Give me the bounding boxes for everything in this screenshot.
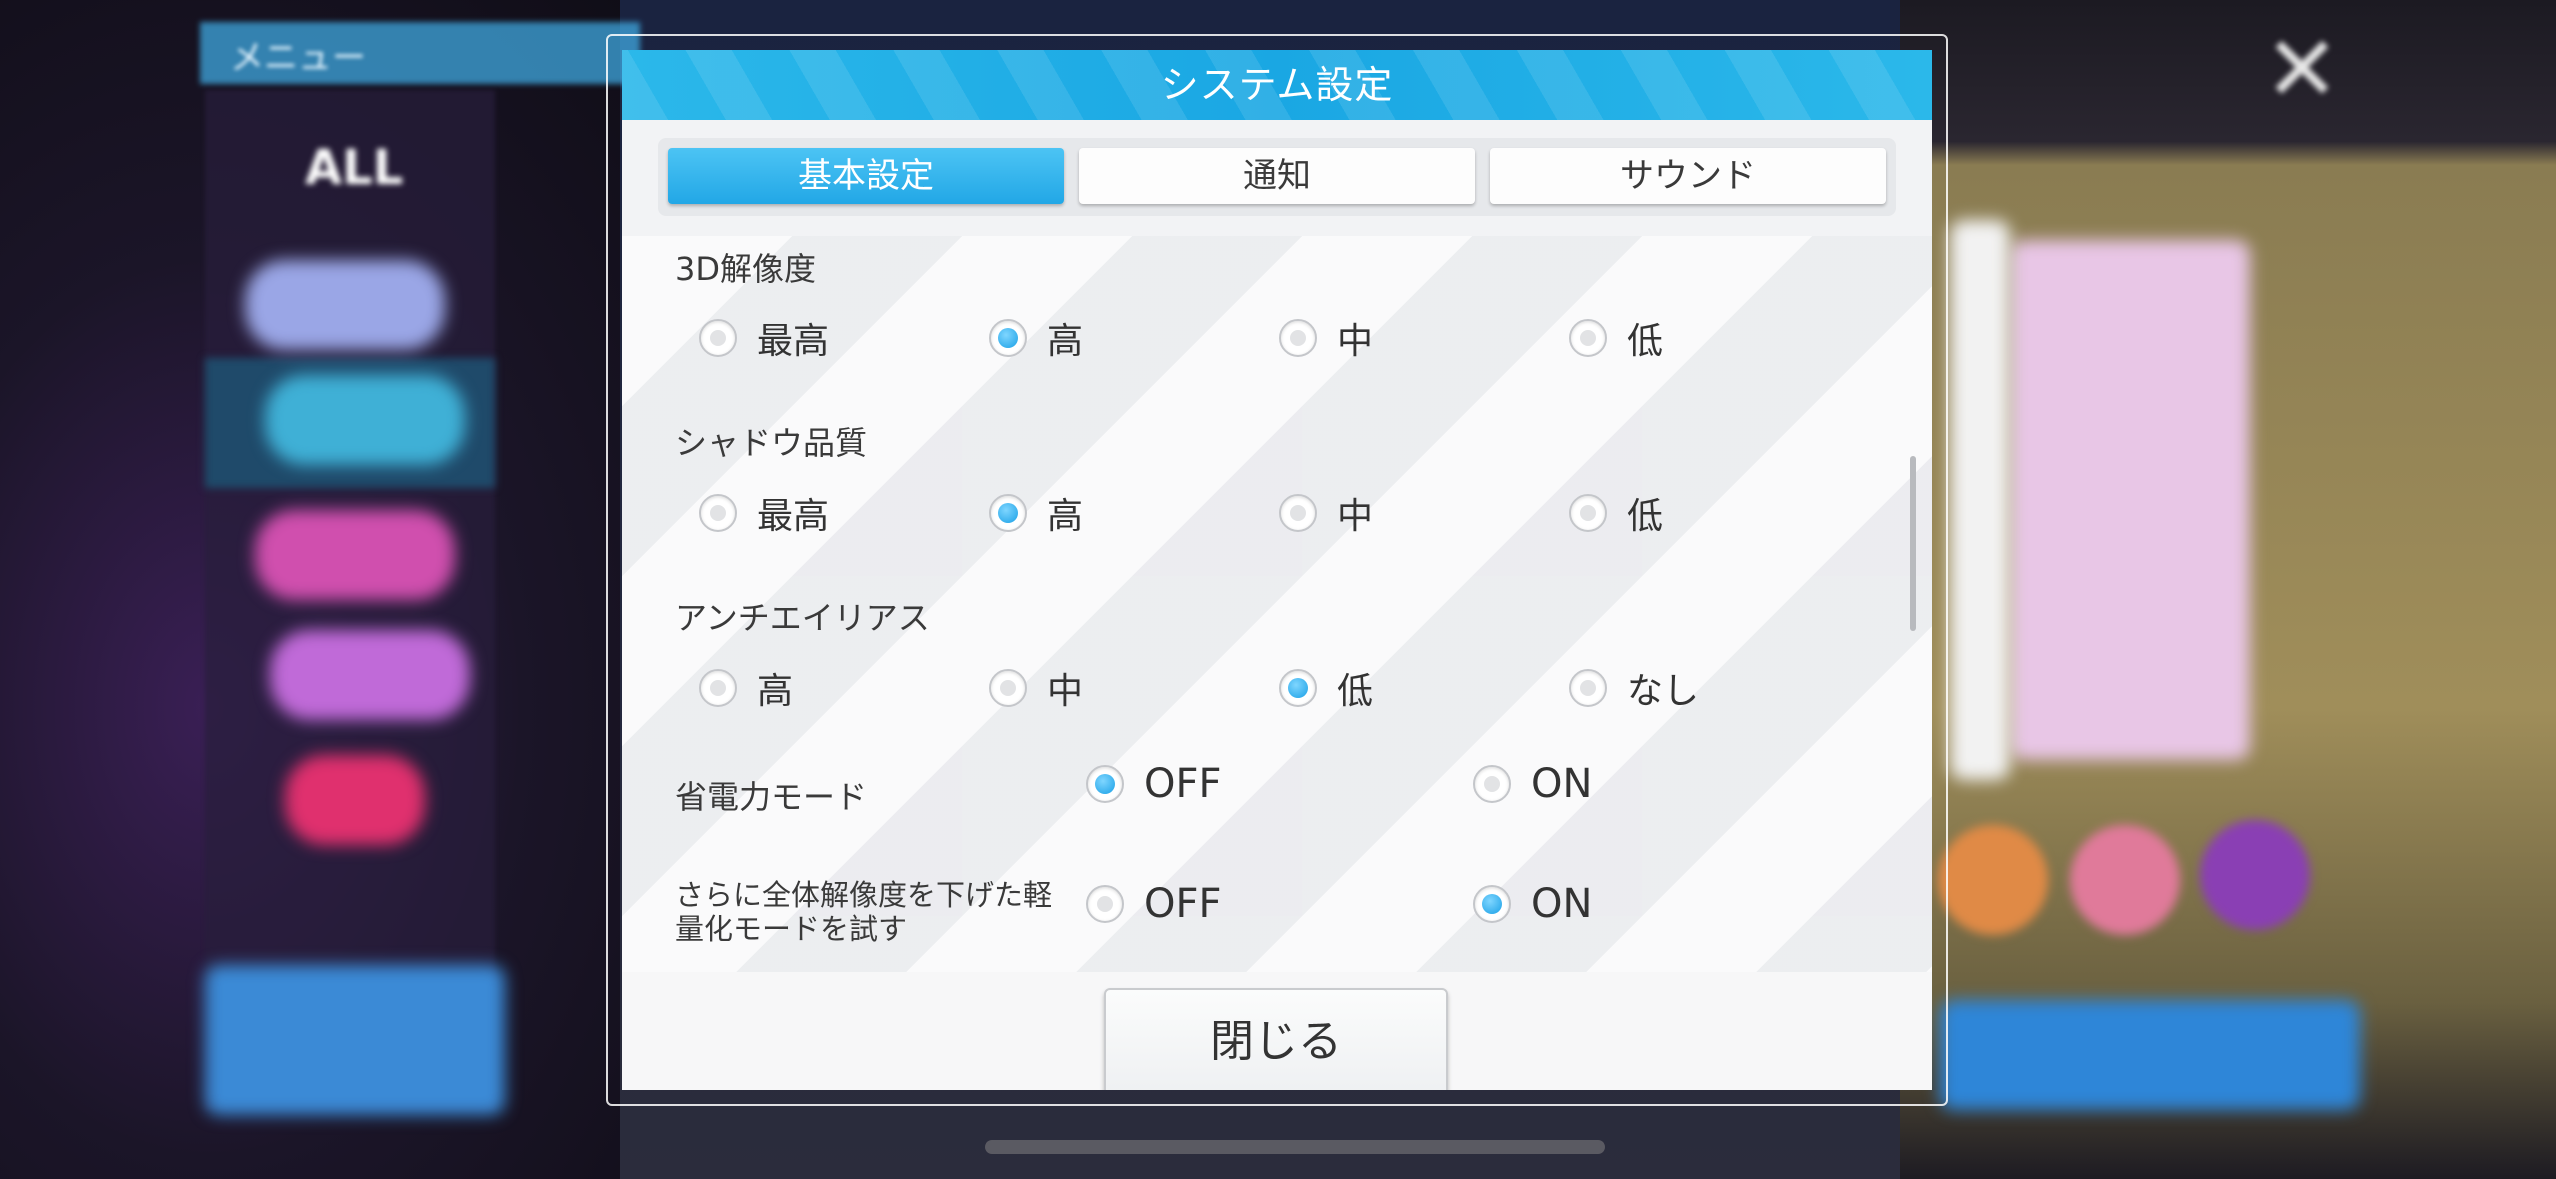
background-bottom-banner xyxy=(1940,1000,2360,1110)
radio-button[interactable] xyxy=(699,319,737,357)
radio-button[interactable] xyxy=(1569,669,1607,707)
option-label: 低 xyxy=(1627,496,1664,537)
option-label: 中 xyxy=(1337,321,1374,362)
option-3d-resolution-low[interactable]: 低 xyxy=(1569,313,1663,363)
radio-button[interactable] xyxy=(1473,765,1511,803)
background-banner xyxy=(205,965,505,1115)
radio-button[interactable] xyxy=(989,669,1027,707)
background-card-slot xyxy=(1950,220,2010,780)
option-label: ON xyxy=(1531,881,1593,927)
section-title-lightweight-mode: さらに全体解像度を下げた軽量化モードを試す xyxy=(675,878,1053,946)
background-circle-3 xyxy=(2200,820,2310,930)
radio-button-selected[interactable] xyxy=(1279,669,1317,707)
dialog-footer: 閉じる xyxy=(622,972,1932,1090)
background-all-label: ALL xyxy=(305,140,404,196)
option-3d-resolution-medium[interactable]: 中 xyxy=(1279,313,1373,363)
settings-tabs: 基本設定 通知 サウンド xyxy=(658,138,1896,216)
option-label: 高 xyxy=(1047,496,1084,537)
option-shadow-low[interactable]: 低 xyxy=(1569,488,1663,538)
radio-button[interactable] xyxy=(1279,494,1317,532)
band-logo-5 xyxy=(285,755,425,845)
option-lightweight-on[interactable]: ON xyxy=(1473,879,1592,929)
option-shadow-high[interactable]: 高 xyxy=(989,488,1083,538)
radio-button-selected[interactable] xyxy=(1086,765,1124,803)
radio-button-selected[interactable] xyxy=(1473,885,1511,923)
radio-button-selected[interactable] xyxy=(989,494,1027,532)
band-logo-3 xyxy=(255,510,455,600)
option-aa-medium[interactable]: 中 xyxy=(989,663,1083,713)
band-logo-1 xyxy=(245,260,445,350)
settings-scrollbar[interactable] xyxy=(1910,456,1916,631)
option-power-saving-off[interactable]: OFF xyxy=(1086,759,1222,809)
option-label: OFF xyxy=(1144,761,1222,807)
option-label: 高 xyxy=(757,671,794,712)
option-lightweight-off[interactable]: OFF xyxy=(1086,879,1222,929)
option-shadow-medium[interactable]: 中 xyxy=(1279,488,1373,538)
radio-button[interactable] xyxy=(699,669,737,707)
radio-button[interactable] xyxy=(1569,494,1607,532)
section-title-shadow-quality: シャドウ品質 xyxy=(675,424,868,462)
option-label: 中 xyxy=(1337,496,1374,537)
option-aa-none[interactable]: なし xyxy=(1569,663,1699,713)
band-logo-4 xyxy=(270,630,470,720)
option-3d-resolution-high[interactable]: 高 xyxy=(989,313,1083,363)
close-icon: ✕ xyxy=(2264,17,2340,122)
option-power-saving-on[interactable]: ON xyxy=(1473,759,1592,809)
option-aa-low[interactable]: 低 xyxy=(1279,663,1373,713)
option-shadow-highest[interactable]: 最高 xyxy=(699,488,829,538)
section-title-anti-aliasing: アンチエイリアス xyxy=(675,599,930,637)
system-settings-dialog: システム設定 基本設定 通知 サウンド 3D解像度 最高 高 中 低 シャドウ品… xyxy=(622,50,1932,1090)
radio-button-selected[interactable] xyxy=(989,319,1027,357)
radio-button[interactable] xyxy=(1086,885,1124,923)
section-title-power-saving: 省電力モード xyxy=(675,778,868,816)
option-label: 最高 xyxy=(757,321,830,362)
option-label: OFF xyxy=(1144,881,1222,927)
background-menu-label: メニュー xyxy=(230,38,366,78)
close-button[interactable]: 閉じる xyxy=(1104,988,1448,1090)
section-title-3d-resolution: 3D解像度 xyxy=(675,250,817,288)
option-3d-resolution-highest[interactable]: 最高 xyxy=(699,313,829,363)
option-label: なし xyxy=(1627,671,1700,712)
option-label: 中 xyxy=(1047,671,1084,712)
home-indicator[interactable] xyxy=(985,1140,1605,1154)
option-aa-high[interactable]: 高 xyxy=(699,663,793,713)
settings-content[interactable]: 3D解像度 最高 高 中 低 シャドウ品質 最高 高 中 低 アンチエイリアス … xyxy=(622,236,1932,972)
tab-sound[interactable]: サウンド xyxy=(1490,148,1886,204)
background-circle-1 xyxy=(1938,825,2048,935)
radio-button[interactable] xyxy=(699,494,737,532)
option-label: 最高 xyxy=(757,496,830,537)
radio-button[interactable] xyxy=(1569,319,1607,357)
background-circle-2 xyxy=(2070,825,2180,935)
band-logo-2 xyxy=(265,375,465,465)
option-label: 高 xyxy=(1047,321,1084,362)
tab-basic-settings[interactable]: 基本設定 xyxy=(668,148,1064,204)
dialog-title: システム設定 xyxy=(1160,63,1394,107)
radio-button[interactable] xyxy=(1279,319,1317,357)
option-label: 低 xyxy=(1627,321,1664,362)
tab-notifications[interactable]: 通知 xyxy=(1079,148,1475,204)
background-card-art xyxy=(2010,240,2250,760)
background-sidebar xyxy=(205,90,495,1110)
dialog-header: システム設定 xyxy=(622,50,1932,120)
option-label: 低 xyxy=(1337,671,1374,712)
option-label: ON xyxy=(1531,761,1593,807)
